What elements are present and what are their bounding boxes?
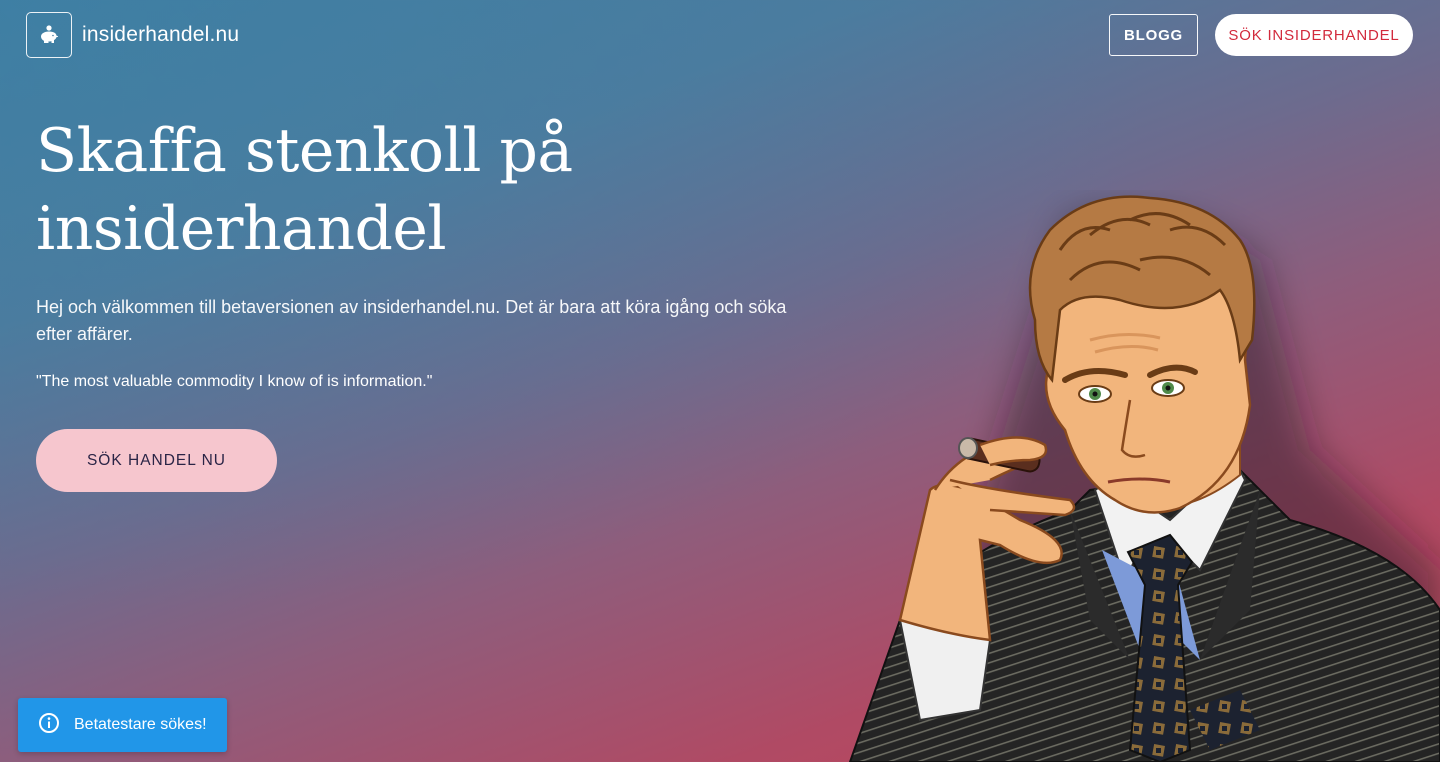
- search-insider-button[interactable]: SÖK INSIDERHANDEL: [1215, 14, 1413, 56]
- businessman-illustration: [840, 190, 1440, 762]
- site-logo-text: insiderhandel.nu: [82, 23, 240, 46]
- beta-tester-toast[interactable]: Betatestare sökes!: [18, 698, 227, 752]
- hero-intro-text: Hej och välkommen till betaversionen av …: [36, 297, 787, 344]
- toast-text: Betatestare sökes!: [74, 716, 207, 733]
- info-icon: [38, 712, 60, 739]
- hero-quote: "The most valuable commodity I know of i…: [36, 373, 433, 390]
- hero-title-line-1: Skaffa stenkoll på: [36, 116, 573, 186]
- hero-title: Skaffa stenkoll på insiderhandel: [36, 112, 656, 268]
- hero-title-line-2: insiderhandel: [36, 194, 447, 264]
- piggy-bank-icon: [26, 12, 72, 58]
- search-trades-now-button[interactable]: SÖK HANDEL NU: [36, 429, 277, 492]
- site-logo-link[interactable]: insiderhandel.nu: [26, 12, 239, 58]
- blogg-button[interactable]: BLOGG: [1109, 14, 1198, 56]
